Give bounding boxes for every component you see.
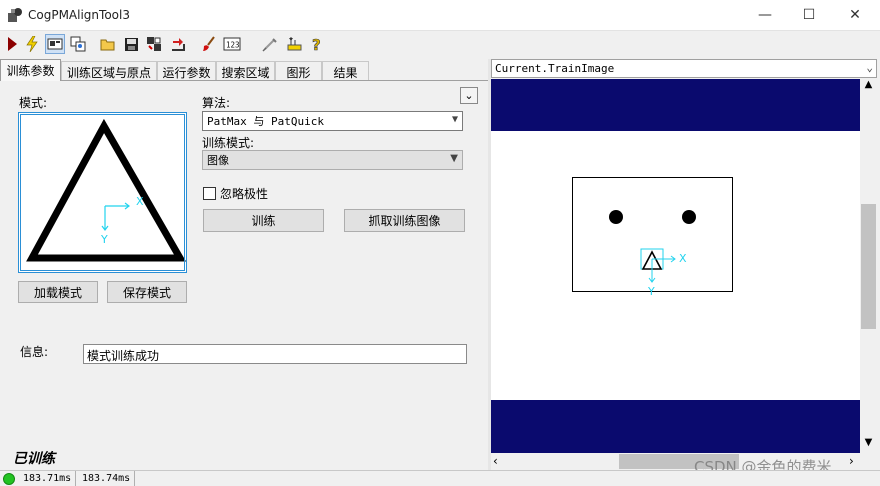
pattern-axis-y-label: Y xyxy=(100,233,108,246)
tab-results[interactable]: 结果 xyxy=(322,61,369,80)
reset-icon[interactable] xyxy=(144,34,164,54)
image-selector-value: Current.TrainImage xyxy=(495,62,615,75)
ruler-icon[interactable] xyxy=(284,34,304,54)
tab-train-region[interactable]: 训练区域与原点 xyxy=(61,61,157,80)
minimize-button[interactable]: — xyxy=(742,0,788,30)
train-mode-select[interactable]: 图像 ▼ xyxy=(202,150,463,170)
status-bar: 183.71ms 183.74ms xyxy=(0,470,880,486)
svg-text:123: 123 xyxy=(226,41,240,50)
object-dot-right xyxy=(682,210,696,224)
algorithm-value: PatMax 与 PatQuick xyxy=(207,115,324,128)
vertical-scrollbar[interactable]: ▲ ▼ xyxy=(860,79,877,453)
ignore-polarity-checkbox[interactable] xyxy=(203,187,216,200)
chevron-down-icon: ⌄ xyxy=(866,61,873,74)
algorithm-select[interactable]: PatMax 与 PatQuick ▼ xyxy=(202,111,463,131)
image-display[interactable]: X Y xyxy=(491,79,860,453)
chevron-down-icon: ▼ xyxy=(450,153,458,164)
train-image: X Y xyxy=(491,79,860,453)
close-button[interactable]: ✕ xyxy=(832,0,878,30)
bottom-navy-band xyxy=(491,400,860,453)
tab-train-params[interactable]: 训练参数 xyxy=(0,59,61,81)
save-icon[interactable] xyxy=(121,34,141,54)
pen-icon[interactable] xyxy=(260,34,280,54)
grab-train-image-button[interactable]: 抓取训练图像 xyxy=(344,209,465,232)
train-button[interactable]: 训练 xyxy=(203,209,324,232)
load-pattern-button[interactable]: 加载模式 xyxy=(18,281,98,303)
toolbar: 123 ? xyxy=(0,31,880,57)
scroll-right-icon[interactable]: › xyxy=(849,454,854,468)
match-axis-x-label: X xyxy=(679,252,687,265)
pattern-preview: X Y xyxy=(18,112,187,273)
pattern-label: 模式: xyxy=(19,96,48,110)
numeric-icon[interactable]: 123 xyxy=(222,34,242,54)
maximize-button[interactable]: ☐ xyxy=(786,0,832,30)
scroll-thumb-vertical[interactable] xyxy=(861,204,876,329)
pattern-triangle: X Y xyxy=(26,118,187,262)
image-selector[interactable]: Current.TrainImage ⌄ xyxy=(491,59,877,78)
window-title: CogPMAlignTool3 xyxy=(28,8,130,22)
info-field[interactable]: 模式训练成功 xyxy=(83,344,467,364)
chevron-down-icon: ▼ xyxy=(451,114,458,125)
electric-icon[interactable] xyxy=(22,34,42,54)
brush-icon[interactable] xyxy=(199,34,219,54)
save-pattern-button[interactable]: 保存模式 xyxy=(107,281,187,303)
ignore-polarity-label: 忽略极性 xyxy=(220,187,269,201)
status-time-2: 183.74ms xyxy=(77,471,135,486)
algorithm-label: 算法: xyxy=(202,96,231,110)
train-mode-value: 图像 xyxy=(207,154,229,167)
match-axis-y-label: Y xyxy=(647,285,655,298)
import-icon[interactable] xyxy=(168,34,188,54)
status-indicator-icon xyxy=(3,473,15,485)
help-icon[interactable]: ? xyxy=(307,34,327,54)
pattern-axis-x-label: X xyxy=(136,195,144,208)
object-dot-left xyxy=(609,210,623,224)
status-time-1: 183.71ms xyxy=(18,471,76,486)
tab-graphics[interactable]: 图形 xyxy=(275,61,322,80)
trained-status: 已训练 xyxy=(13,451,55,467)
info-label: 信息: xyxy=(20,345,49,359)
tab-bar: 训练参数 训练区域与原点 运行参数 搜索区域 图形 结果 xyxy=(0,59,488,81)
svg-text:?: ? xyxy=(312,36,321,52)
scroll-down-icon[interactable]: ▼ xyxy=(860,437,877,453)
run-icon[interactable] xyxy=(2,34,22,54)
open-icon[interactable] xyxy=(98,34,118,54)
copy-images-icon[interactable] xyxy=(68,34,88,54)
train-mode-label: 训练模式: xyxy=(202,136,255,150)
collapse-button[interactable]: ⌄ xyxy=(460,87,478,104)
title-bar: CogPMAlignTool3 — ☐ ✕ xyxy=(0,0,880,31)
tab-run-params[interactable]: 运行参数 xyxy=(157,61,216,80)
scroll-up-icon[interactable]: ▲ xyxy=(860,79,877,95)
train-params-panel: 模式: X Y 加载模式 保存模式 算法: PatMax 与 PatQuick … xyxy=(0,80,488,470)
top-navy-band xyxy=(491,79,860,131)
scroll-left-icon[interactable]: ‹ xyxy=(493,454,498,468)
tab-search-region[interactable]: 搜索区域 xyxy=(216,61,275,80)
display-icon[interactable] xyxy=(45,34,65,54)
app-icon xyxy=(8,8,22,22)
